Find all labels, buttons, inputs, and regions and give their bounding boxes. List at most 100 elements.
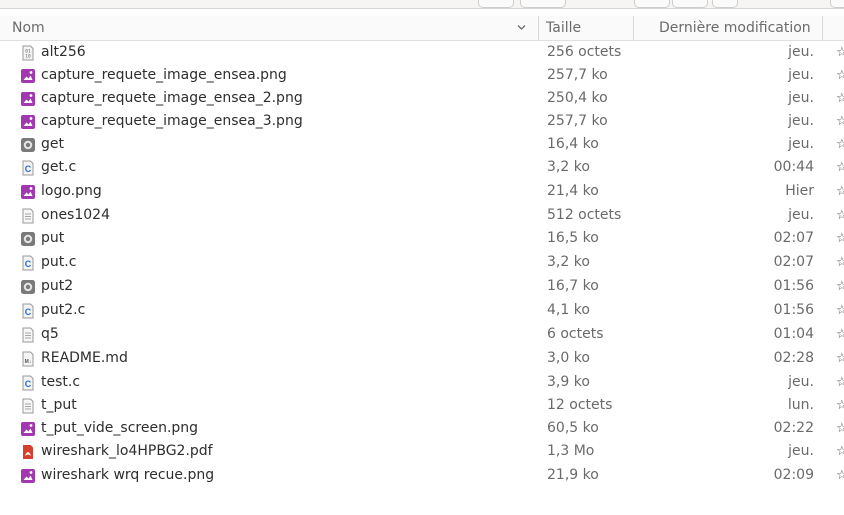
toolbar-button[interactable] [672,0,708,8]
file-row[interactable]: Cput.c 3,2 ko 02:07 ☆ [0,251,844,274]
binary-file-icon: 0110 [22,45,34,61]
file-row[interactable]: t_put 12 octets lun. ☆ [0,394,844,417]
file-name: t_put [41,397,77,413]
svg-text:C: C [25,379,32,389]
file-size: 12 octets [547,397,613,413]
file-name: get.c [41,159,77,175]
star-icon[interactable]: ☆ [836,417,844,440]
column-header-size[interactable]: Taille [546,16,581,40]
star-icon[interactable]: ☆ [836,133,844,156]
file-size: 256 octets [547,44,622,60]
star-icon[interactable]: ☆ [836,87,844,110]
file-size: 512 octets [547,207,622,223]
star-icon[interactable]: ☆ [836,227,844,250]
file-modified: jeu. [788,374,814,390]
column-header-modified[interactable]: Dernière modification [659,16,811,40]
file-size: 257,7 ko [547,113,608,129]
star-icon[interactable]: ☆ [836,440,844,463]
star-icon[interactable]: ☆ [836,464,844,487]
svg-text:10: 10 [25,54,31,60]
toolbar-button[interactable] [478,0,514,8]
markdown-file-icon: M↓ [22,351,34,367]
c-source-file-icon: C [22,375,34,391]
file-row[interactable]: Ctest.c 3,9 ko jeu. ☆ [0,371,844,394]
file-row[interactable]: Cget.c 3,2 ko 00:44 ☆ [0,156,844,179]
star-icon[interactable]: ☆ [836,64,844,87]
file-modified: jeu. [788,44,814,60]
svg-text:C: C [25,307,32,317]
file-row[interactable]: 01 10 alt256 256 octets jeu. ☆ [0,41,844,64]
file-modified: 02:09 [773,467,814,483]
file-row[interactable]: get 16,4 ko jeu. ☆ [0,133,844,156]
file-modified: 01:04 [773,326,814,342]
file-name: capture_requete_image_ensea_3.png [41,113,303,129]
file-size: 3,9 ko [547,374,590,390]
star-icon[interactable]: ☆ [836,251,844,274]
column-divider[interactable] [822,16,823,40]
file-name: put2 [41,278,74,294]
star-icon[interactable]: ☆ [836,41,844,64]
star-icon[interactable]: ☆ [836,180,844,203]
star-icon[interactable]: ☆ [836,156,844,179]
svg-text:M↓: M↓ [25,359,32,365]
star-icon[interactable]: ☆ [836,371,844,394]
file-name: put [41,230,65,246]
file-row[interactable]: t_put_vide_screen.png 60,5 ko 02:22 ☆ [0,417,844,440]
text-file-icon [22,208,34,224]
file-name: t_put_vide_screen.png [41,420,199,436]
image-file-icon [21,185,35,199]
toolbar-button[interactable] [712,0,738,8]
file-row[interactable]: q5 6 octets 01:04 ☆ [0,323,844,346]
svg-text:C: C [25,259,32,269]
file-modified: 02:07 [773,254,814,270]
file-row[interactable]: wireshark_lo4HPBG2.pdf 1,3 Mo jeu. ☆ [0,440,844,463]
file-size: 3,2 ko [547,159,590,175]
file-modified: 02:22 [773,420,814,436]
file-name: README.md [41,350,128,366]
executable-file-icon [21,232,35,246]
file-name: capture_requete_image_ensea_2.png [41,90,303,106]
file-row[interactable]: put 16,5 ko 02:07 ☆ [0,227,844,250]
file-row[interactable]: capture_requete_image_ensea.png 257,7 ko j… [0,64,844,87]
file-name: wireshark_lo4HPBG2.pdf [41,443,213,459]
star-icon[interactable]: ☆ [836,204,844,227]
star-icon[interactable]: ☆ [836,394,844,417]
toolbar-button[interactable] [634,0,670,8]
column-header-name[interactable]: Nom [12,16,45,40]
toolbar-button[interactable] [830,0,844,8]
file-row[interactable]: capture_requete_image_ensea_2.png 250,4 k… [0,87,844,110]
image-file-icon [21,115,35,129]
file-row[interactable]: logo.png 21,4 ko Hier ☆ [0,180,844,203]
column-divider[interactable] [538,16,539,40]
file-row[interactable]: capture_requete_image_ensea_3.png 257,7 k… [0,110,844,133]
file-modified: Hier [785,183,814,199]
file-modified: 01:56 [773,278,814,294]
svg-text:C: C [25,164,32,174]
star-icon[interactable]: ☆ [836,299,844,322]
executable-file-icon [21,138,35,152]
file-modified: 02:28 [773,350,814,366]
star-icon[interactable]: ☆ [836,347,844,370]
file-modified: jeu. [788,90,814,106]
column-divider[interactable] [633,16,634,40]
star-icon[interactable]: ☆ [836,110,844,133]
star-icon[interactable]: ☆ [836,275,844,298]
file-size: 60,5 ko [547,420,599,436]
file-name: alt256 [41,44,86,60]
file-name: ones1024 [41,207,110,223]
executable-file-icon [21,280,35,294]
file-modified: lun. [787,397,814,413]
file-size: 21,9 ko [547,467,599,483]
file-row[interactable]: wireshark wrq recue.png 21,9 ko 02:09 ☆ [0,464,844,487]
image-file-icon [21,69,35,83]
chevron-down-icon[interactable] [517,23,526,32]
toolbar-button[interactable] [520,0,566,8]
file-name: put2.c [41,302,86,318]
file-row[interactable]: ones1024 512 octets jeu. ☆ [0,204,844,227]
file-row[interactable]: put2 16,7 ko 01:56 ☆ [0,275,844,298]
file-row[interactable]: M↓ README.md 3,0 ko 02:28 ☆ [0,347,844,370]
file-row[interactable]: Cput2.c 4,1 ko 01:56 ☆ [0,299,844,322]
file-size: 6 octets [547,326,604,342]
file-size: 16,4 ko [547,136,599,152]
star-icon[interactable]: ☆ [836,323,844,346]
